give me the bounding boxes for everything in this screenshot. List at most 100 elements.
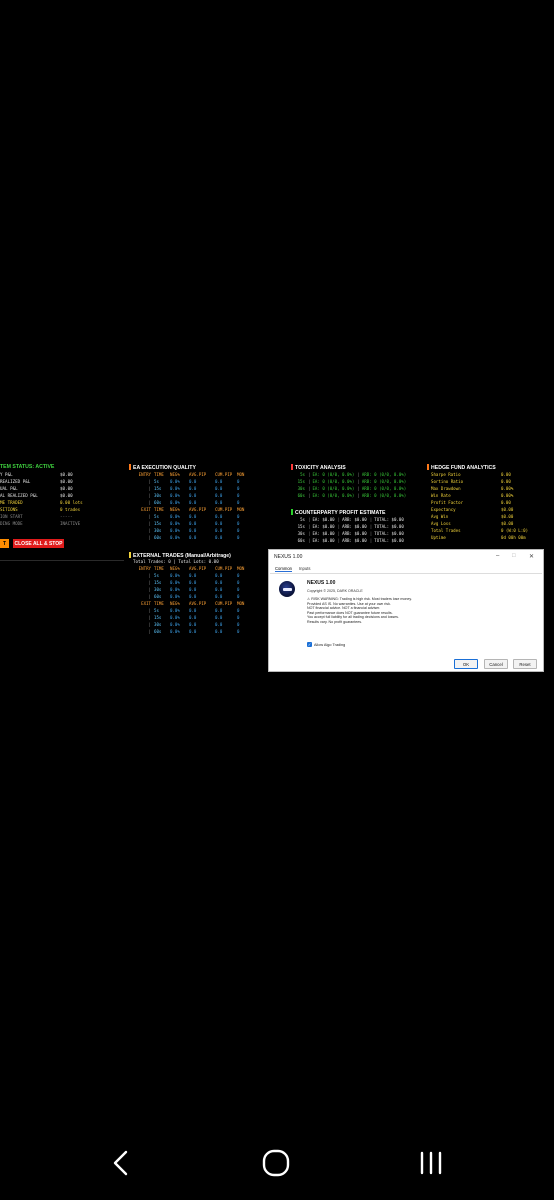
table-cell: 0.0: [189, 573, 197, 578]
column-header: TIME: [154, 507, 164, 512]
time-cell: 60s: [297, 538, 305, 543]
table-cell: 0.0%: [170, 615, 180, 620]
table-cell: 60s: [154, 629, 162, 634]
hedge-row: Uptime 0d 00h 00m: [431, 534, 528, 541]
metric-label: Sortino Ratio: [431, 479, 464, 484]
table-cell: 0: [237, 514, 240, 519]
left-action-button[interactable]: T: [0, 539, 9, 548]
table-cell: 30s: [154, 622, 162, 627]
profit-cell: EA: $0.00: [312, 517, 335, 522]
column-header: EXIT: [141, 601, 151, 606]
time-cell: 60s: [297, 493, 305, 498]
table-cell: 0.0%: [170, 587, 180, 592]
table-cell: 0: [237, 629, 240, 634]
table-cell: 60s: [154, 500, 162, 505]
table-cell: 15s: [154, 615, 162, 620]
table-cell: 0: [237, 486, 240, 491]
nav-back-button[interactable]: [101, 1145, 141, 1180]
close-icon[interactable]: ✕: [529, 553, 534, 560]
table-row: | 15s 0.0% 0.0 0.0 0: [133, 520, 247, 527]
back-icon: [113, 1150, 128, 1175]
allow-algo-trading-checkbox[interactable]: ✓ Allow Algo Trading: [307, 642, 345, 647]
table-cell: 0.0: [215, 587, 223, 592]
counterparty-row: 5s | EA: $0.00 | ARB: $0.00 | TOTAL: $0.00: [293, 516, 407, 523]
metric-value: $0.00: [501, 507, 514, 512]
profit-cell: EA: $0.00: [312, 524, 335, 529]
tab-common[interactable]: Common: [275, 566, 292, 572]
row-separator: |: [148, 629, 151, 634]
checkbox-check-icon[interactable]: ✓: [307, 642, 312, 647]
table-cell: 0.0: [215, 608, 223, 613]
table-row: | 30s 0.0% 0.0 0.0 0: [133, 586, 247, 593]
table-cell: 0: [237, 535, 240, 540]
row-separator: |: [148, 587, 151, 592]
column-header: TIME: [154, 601, 164, 606]
metric-value: 0.00%: [501, 486, 514, 491]
tab-inputs[interactable]: Inputs: [299, 566, 310, 571]
table-cell: 0.0: [189, 580, 197, 585]
column-header: ENTRY: [138, 472, 151, 477]
table-cell: 0.0: [215, 479, 223, 484]
table-cell: 0: [237, 479, 240, 484]
table-cell: 0.0%: [170, 622, 180, 627]
time-cell: 15s: [297, 524, 305, 529]
dialog-titlebar[interactable]: NEXUS 1.00: [269, 550, 543, 564]
table-cell: 0.0: [189, 587, 197, 592]
table-cell: 0.0%: [170, 514, 180, 519]
table-cell: 0.0: [189, 486, 197, 491]
table-row: | 15s 0.0% 0.0 0.0 0: [133, 485, 247, 492]
maximize-icon[interactable]: □: [512, 553, 516, 559]
counterparty-title: COUNTERPARTY PROFIT ESTIMATE: [291, 509, 386, 516]
profit-cell: ARB: $0.00: [342, 524, 367, 529]
column-header: AVG.PIP: [189, 472, 207, 477]
table-cell: 0: [237, 622, 240, 627]
ok-button[interactable]: OK: [454, 659, 478, 669]
minimize-icon[interactable]: –: [496, 553, 499, 559]
metric-label: Sharpe Ratio: [431, 472, 461, 477]
table-cell: 60s: [154, 594, 162, 599]
table-row: | 15s 0.0% 0.0 0.0 0: [133, 614, 247, 621]
metric-value: 0.00: [501, 479, 511, 484]
table-cell: 0: [237, 615, 240, 620]
row-separator: |: [148, 622, 151, 627]
nav-home-button[interactable]: [256, 1145, 296, 1180]
row-separator: |: [148, 580, 151, 585]
table-cell: 0.0: [189, 629, 197, 634]
column-header: CUM.PIP: [215, 601, 233, 606]
toxicity-row: 60s | EA: 0 (0/0, 0.0%) | ARB: 0 (0/0, 0.0%): [293, 492, 407, 499]
table-row: | 5s 0.0% 0.0 0.0 0: [133, 513, 247, 520]
metric-value: 0.00: [501, 500, 511, 505]
arb-toxicity-cell: ARB: 0 (0/0, 0.0%): [361, 472, 407, 477]
metric-label: Total Trades: [431, 528, 461, 533]
counterparty-table: 5s | EA: $0.00 | ARB: $0.00 | TOTAL: $0.00 15s |…: [293, 516, 407, 544]
column-header: CUM.PIP: [215, 472, 233, 477]
column-header: NEG%: [170, 472, 180, 477]
table-cell: 0.0: [215, 486, 223, 491]
row-separator: |: [148, 479, 151, 484]
metric-value: $0.00: [501, 514, 514, 519]
nav-recents-button[interactable]: [411, 1145, 451, 1180]
table-cell: 0.0: [189, 608, 197, 613]
reset-button[interactable]: Reset: [513, 659, 537, 669]
close-all-stop-button[interactable]: CLOSE ALL & STOP: [13, 539, 64, 548]
hedge-fund-title: HEDGE FUND ANALYTICS: [427, 464, 496, 471]
table-cell: 0: [237, 580, 240, 585]
row-separator: |: [148, 493, 151, 498]
table-cell: 0.0: [189, 615, 197, 620]
toxicity-table: 5s | EA: 0 (0/0, 0.0%) | ARB: 0 (0/0, 0.0%) 1…: [293, 471, 407, 499]
ea-toxicity-cell: EA: 0 (0/0, 0.0%): [312, 479, 355, 484]
table-cell: 30s: [154, 493, 162, 498]
table-cell: 0.0%: [170, 521, 180, 526]
table-cell: 0.0%: [170, 486, 180, 491]
status-label: AL REALIZED P&L: [0, 493, 38, 498]
hedge-row: Total Trades 0 (W:0 L:0): [431, 527, 528, 534]
table-cell: 0.0%: [170, 608, 180, 613]
table-cell: 0.0: [215, 580, 223, 585]
profit-cell: ARB: $0.00: [342, 538, 367, 543]
metric-value: 0.00: [501, 472, 511, 477]
cancel-button[interactable]: Cancel: [484, 659, 508, 669]
dialog-content: NEXUS 1.00 Copyright © 2025, DARK ORACLE…: [270, 573, 542, 657]
metric-label: Avg Win: [431, 514, 449, 519]
external-trades-table: ENTRY TIME NEG% AVG.PIP CUM.PIP MON | 5s 0.0% 0.0…: [133, 565, 247, 635]
table-header-row: EXIT TIME NEG% AVG.PIP CUM.PIP MON: [133, 600, 247, 607]
